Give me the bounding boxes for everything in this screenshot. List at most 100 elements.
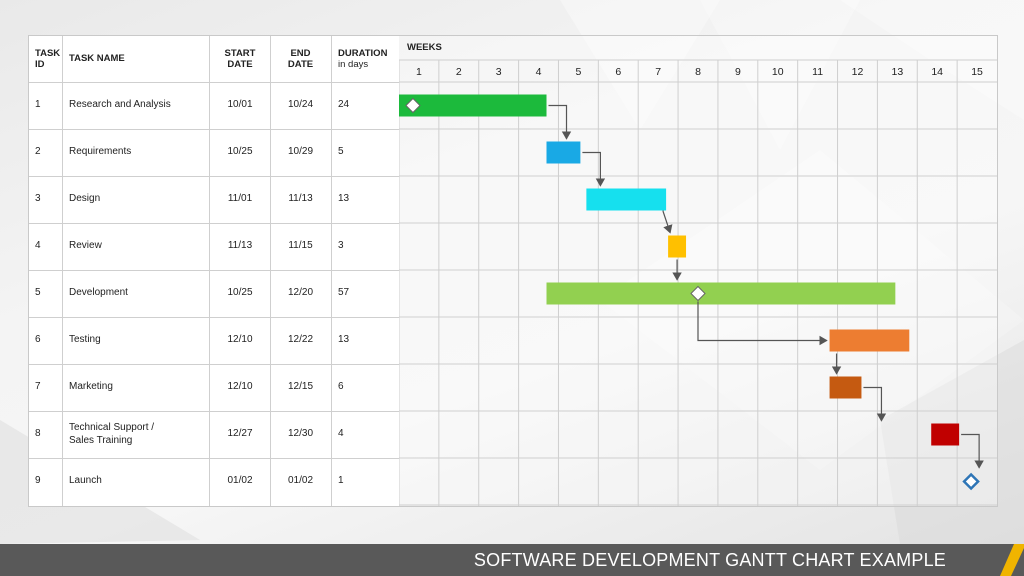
col-divider [62, 36, 63, 506]
task-bar [931, 423, 960, 446]
task-id: 8 [35, 428, 41, 440]
header-duration-line1: DURATION [338, 47, 388, 59]
header-start-line2: DATE [227, 58, 253, 70]
duration: 5 [338, 146, 344, 158]
end-date: 12/22 [287, 334, 314, 346]
task-bar [546, 282, 896, 305]
task-name: Launch [69, 475, 102, 487]
end-date: 12/30 [287, 428, 314, 440]
timeline: WEEKS 1 2 3 4 5 6 7 8 9 10 11 12 13 14 15 [399, 36, 997, 506]
header-duration-line2: in days [338, 58, 369, 70]
duration: 24 [338, 99, 350, 111]
task-bar [586, 188, 667, 211]
header-duration: DURATION in days [338, 36, 398, 81]
header-end-date: END DATE [270, 36, 331, 81]
header-end-line2: DATE [287, 58, 314, 70]
task-name: Development [69, 287, 128, 299]
task-name: Review [69, 240, 102, 252]
week-tick-label: 11 [812, 66, 823, 78]
end-date: 12/20 [287, 287, 314, 299]
duration: 13 [338, 193, 350, 205]
milestone-diamond-icon [962, 472, 980, 491]
task-id: 7 [35, 381, 41, 393]
start-date: 01/02 [227, 475, 253, 487]
week-tick-label: 14 [931, 66, 943, 78]
task-bar [829, 376, 862, 399]
task-bar [668, 235, 687, 258]
week-tick-label: 13 [891, 66, 903, 78]
header-start-date: START DATE [210, 36, 270, 81]
duration: 57 [338, 287, 350, 299]
task-table: TASK ID TASK NAME START DATE END DATE DU… [29, 36, 399, 506]
week-tick-label: 3 [496, 66, 502, 78]
task-bar [399, 94, 547, 117]
week-tick-label: 10 [772, 66, 784, 78]
task-name: Requirements [69, 146, 132, 158]
task-bar [546, 141, 581, 164]
dependency-arrow [662, 210, 673, 234]
start-date: 11/13 [227, 240, 253, 252]
duration: 4 [338, 428, 344, 440]
task-name: Marketing [69, 381, 113, 393]
week-tick-label: 15 [971, 66, 983, 78]
start-date: 12/10 [227, 334, 253, 346]
dependency-arrow [548, 104, 572, 140]
duration: 13 [338, 334, 350, 346]
end-date: 10/29 [287, 146, 314, 158]
duration: 3 [338, 240, 344, 252]
end-date: 01/02 [287, 475, 314, 487]
dependency-arrow [582, 151, 606, 187]
task-id: 3 [35, 193, 41, 205]
header-task-name-label: TASK NAME [69, 53, 125, 64]
task-bar [829, 329, 910, 352]
end-date: 11/15 [288, 240, 313, 252]
week-tick-label: 12 [852, 66, 864, 78]
header-end-line1: END [290, 47, 311, 59]
header-start-line1: START [224, 47, 256, 59]
col-divider [331, 36, 332, 506]
start-date: 12/27 [227, 428, 253, 440]
gantt-chart: TASK ID TASK NAME START DATE END DATE DU… [28, 35, 998, 507]
end-date: 10/24 [287, 99, 314, 111]
week-tick-label: 4 [536, 66, 542, 78]
task-id: 4 [35, 240, 41, 252]
header-task-id: TASK ID [35, 36, 61, 81]
task-id: 1 [35, 99, 41, 111]
dependency-arrow [697, 301, 828, 346]
duration: 1 [338, 475, 344, 487]
task-name: Design [69, 193, 101, 205]
week-tick-label: 2 [456, 66, 462, 78]
end-date: 11/13 [288, 193, 313, 205]
dependency-arrow [961, 433, 984, 469]
week-tick-label: 1 [416, 66, 422, 78]
task-name-line2: Sales Training [69, 434, 133, 446]
header-task-name: TASK NAME [69, 36, 209, 81]
slide-title: SOFTWARE DEVELOPMENT GANTT CHART EXAMPLE [473, 550, 946, 570]
task-name-line1: Technical Support / [69, 422, 155, 433]
start-date: 12/10 [227, 381, 253, 393]
week-tick-label: 7 [655, 66, 661, 78]
task-name: Testing [69, 334, 101, 346]
header-task-id-line1: TASK [35, 47, 61, 59]
end-date: 12/15 [287, 381, 314, 393]
footer-bar: SOFTWARE DEVELOPMENT GANTT CHART EXAMPLE [0, 544, 1024, 576]
week-tick-label: 9 [735, 66, 741, 78]
accent-stripe-icon [1000, 544, 1024, 576]
duration: 6 [338, 381, 344, 393]
start-date: 10/25 [227, 287, 253, 299]
task-id: 6 [35, 334, 41, 346]
dependency-arrow [863, 386, 887, 422]
start-date: 10/01 [227, 99, 253, 111]
week-tick-label: 5 [575, 66, 581, 78]
task-name: Research and Analysis [69, 99, 171, 111]
task-id: 5 [35, 287, 41, 299]
week-tick-label: 6 [615, 66, 621, 78]
gantt-svg: 1 2 3 4 5 6 7 8 9 10 11 12 13 14 15 [399, 59, 997, 506]
start-date: 11/01 [227, 193, 253, 205]
week-tick-label: 8 [695, 66, 701, 78]
header-task-id-line2: ID [35, 58, 45, 70]
task-id: 2 [35, 146, 41, 158]
start-date: 10/25 [227, 146, 253, 158]
task-id: 9 [35, 475, 41, 487]
task-name: Technical Support / Sales Training [69, 411, 207, 458]
